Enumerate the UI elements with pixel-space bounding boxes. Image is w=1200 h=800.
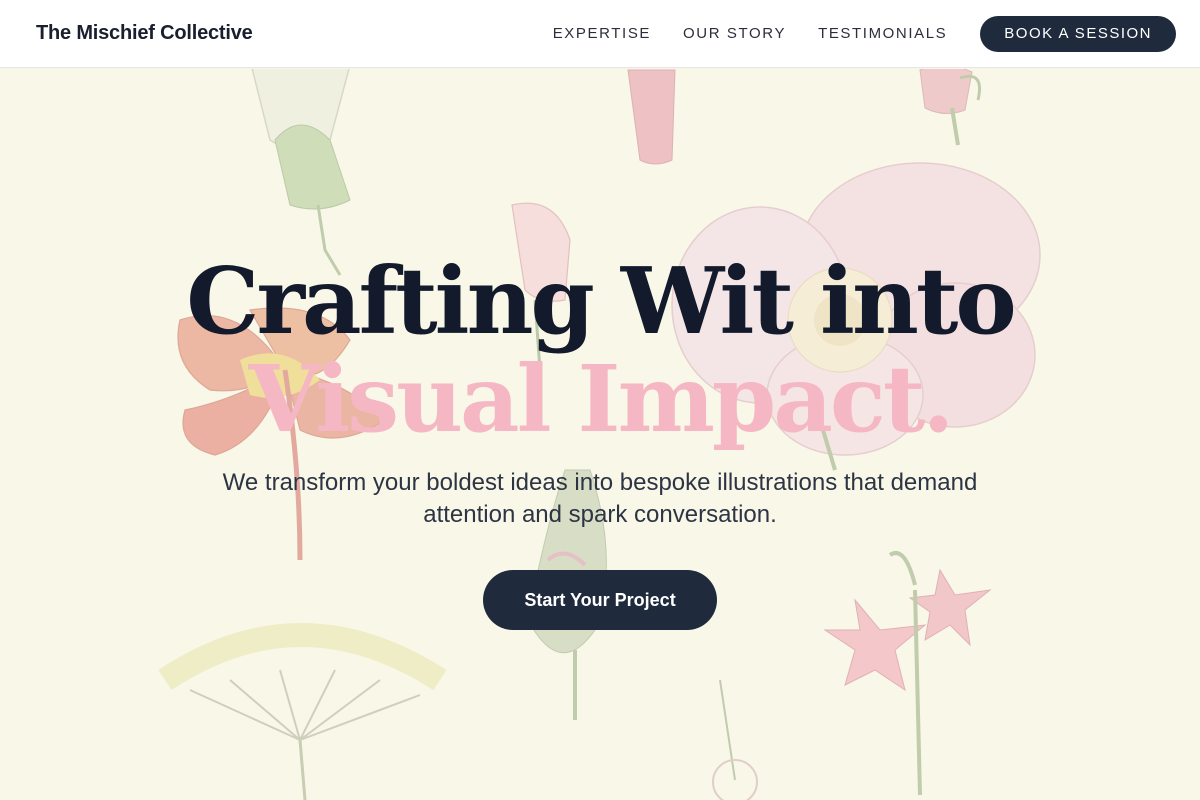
- nav-link-testimonials[interactable]: TESTIMONIALS: [818, 25, 947, 42]
- top-navigation: The Mischief Collective EXPERTISE OUR ST…: [0, 0, 1200, 68]
- brand-logo-text[interactable]: The Mischief Collective: [36, 22, 253, 45]
- nav-links: EXPERTISE OUR STORY TESTIMONIALS BOOK A …: [553, 15, 1176, 52]
- headline-line2: Visual Impact.: [248, 345, 955, 453]
- nav-link-our-story[interactable]: OUR STORY: [683, 25, 786, 42]
- hero-content: Crafting Wit into Visual Impact. We tran…: [0, 69, 1200, 800]
- start-project-button[interactable]: Start Your Project: [483, 570, 717, 630]
- hero-section: Crafting Wit into Visual Impact. We tran…: [0, 69, 1200, 800]
- book-session-button[interactable]: BOOK A SESSION: [980, 15, 1176, 52]
- nav-link-expertise[interactable]: EXPERTISE: [553, 25, 651, 42]
- headline-line1: Crafting Wit into: [186, 247, 1016, 355]
- hero-subtitle: We transform your boldest ideas into bes…: [222, 469, 978, 528]
